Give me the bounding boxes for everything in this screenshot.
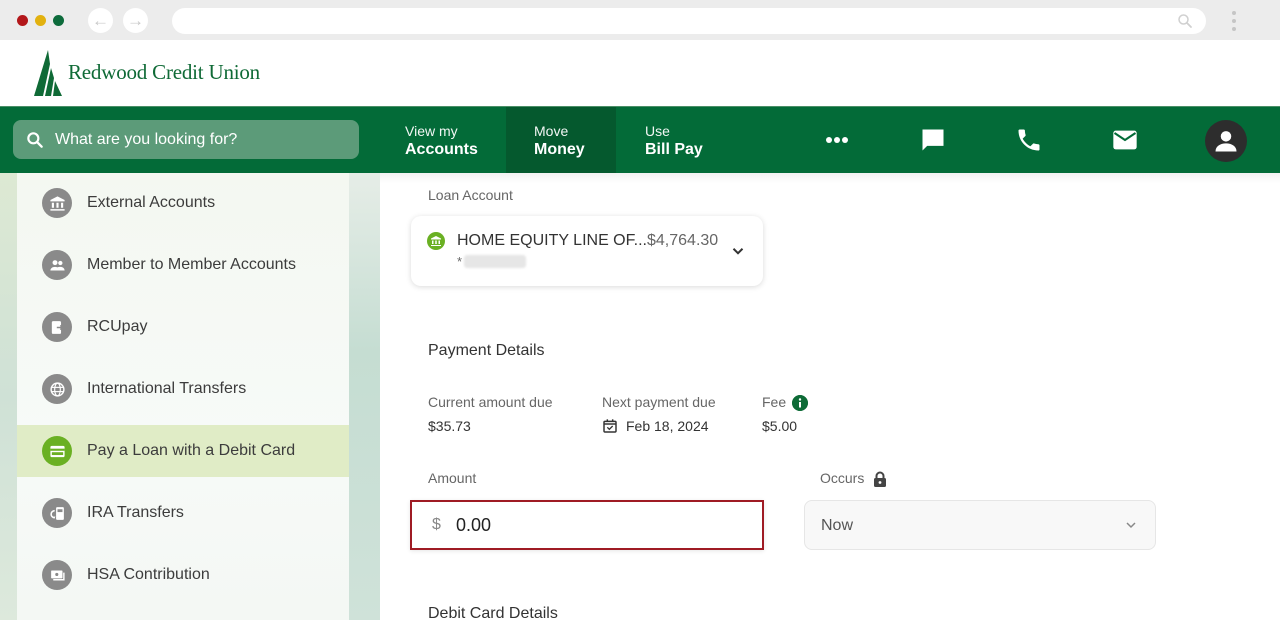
calendar-icon	[603, 419, 617, 433]
search-icon	[27, 131, 43, 148]
nav-big-label: Money	[534, 141, 585, 158]
header-shadow	[380, 173, 1280, 183]
sidebar: External Accounts Member to Member Accou…	[17, 173, 349, 620]
debit-card-details-title: Debit Card Details	[428, 605, 558, 622]
chevron-down-icon	[1126, 522, 1136, 529]
browser-forward-button[interactable]: →	[123, 8, 148, 33]
chevron-down-icon	[732, 248, 744, 255]
browser-menu-button[interactable]	[1226, 8, 1242, 34]
currency-symbol: $	[432, 516, 441, 533]
sidebar-item-label: RCUpay	[87, 318, 148, 335]
sidebar-item-member-to-member[interactable]: Member to Member Accounts	[17, 239, 349, 291]
current-amount-due-label: Current amount due	[428, 394, 553, 410]
bank-icon	[427, 232, 445, 250]
people-icon	[42, 250, 72, 280]
loan-balance: $4,764.30	[647, 232, 719, 249]
lock-icon	[874, 471, 886, 487]
credit-card-icon	[42, 436, 72, 466]
browser-back-button[interactable]: ←	[88, 8, 113, 33]
next-payment-due-label: Next payment due	[602, 394, 716, 410]
payment-details-title: Payment Details	[428, 342, 545, 359]
profile-icon	[1215, 131, 1237, 152]
occurs-label: Occurs	[820, 470, 865, 486]
more-icon	[826, 137, 848, 143]
loan-account-number: *	[457, 254, 527, 269]
amount-label: Amount	[428, 470, 477, 486]
browser-chrome: ← →	[0, 0, 1280, 40]
nav-small-label: Move	[534, 123, 569, 139]
loan-account-select[interactable]: HOME EQUITY LINE OF... $4,764.30 *	[411, 216, 763, 286]
amount-input[interactable]	[456, 512, 746, 538]
loan-name: HOME EQUITY LINE OF...	[457, 232, 647, 249]
sidebar-item-label: HSA Contribution	[87, 566, 210, 583]
arrow-right-icon: →	[127, 11, 144, 30]
logo-text: Redwood Credit Union	[68, 60, 260, 84]
chat-button[interactable]	[917, 124, 949, 156]
nav-small-label: View my	[405, 123, 458, 139]
window-close-button[interactable]	[17, 15, 28, 26]
sidebar-gutter	[349, 173, 380, 620]
mail-icon	[1113, 130, 1137, 150]
redacted-account-number	[464, 255, 527, 268]
account-mask-prefix: *	[457, 254, 463, 269]
current-amount-due-value: $35.73	[428, 418, 471, 434]
search-icon	[1178, 14, 1192, 28]
nav-view-accounts[interactable]: View my Accounts	[405, 107, 478, 173]
sidebar-item-rcupay[interactable]: RCUpay	[17, 301, 349, 353]
info-icon[interactable]	[792, 395, 808, 411]
chat-icon	[922, 129, 944, 151]
sidebar-item-hsa-contribution[interactable]: HSA Contribution	[17, 549, 349, 601]
sidebar-item-pay-loan-debit-card[interactable]: Pay a Loan with a Debit Card	[17, 425, 349, 477]
profile-button[interactable]	[1205, 120, 1247, 162]
sidebar-item-international-transfers[interactable]: International Transfers	[17, 363, 349, 415]
phone-icon	[1018, 129, 1040, 151]
address-bar[interactable]	[172, 8, 1206, 34]
window-maximize-button[interactable]	[53, 15, 64, 26]
nav-big-label: Bill Pay	[645, 141, 703, 158]
amount-field[interactable]: $	[410, 500, 764, 550]
sidebar-item-label: Pay a Loan with a Debit Card	[87, 442, 296, 459]
sidebar-item-label: External Accounts	[87, 194, 216, 211]
next-payment-due-value: Feb 18, 2024	[626, 418, 709, 434]
sidebar-item-label: IRA Transfers	[87, 504, 184, 521]
occurs-value: Now	[821, 517, 854, 534]
ira-transfer-icon	[42, 498, 72, 528]
loan-account-label: Loan Account	[428, 187, 513, 203]
site-search-input[interactable]: What are you looking for?	[13, 120, 359, 159]
window-minimize-button[interactable]	[35, 15, 46, 26]
search-placeholder: What are you looking for?	[55, 130, 238, 148]
nav-move-money[interactable]: Move Money	[506, 107, 616, 173]
nav-big-label: Accounts	[405, 141, 478, 158]
mail-button[interactable]	[1109, 124, 1141, 156]
fee-label: Fee	[762, 394, 787, 410]
main-navbar: What are you looking for? View my Accoun…	[0, 106, 1280, 173]
rcupay-icon	[42, 312, 72, 342]
fee-value: $5.00	[762, 418, 798, 434]
bank-icon	[42, 188, 72, 218]
phone-button[interactable]	[1013, 124, 1045, 156]
nav-small-label: Use	[645, 123, 670, 139]
arrow-left-icon: ←	[92, 11, 109, 30]
redwood-tree-icon	[34, 50, 62, 96]
cash-icon	[42, 560, 72, 590]
more-button[interactable]	[821, 124, 853, 156]
sidebar-item-label: Member to Member Accounts	[87, 256, 296, 273]
globe-icon	[42, 374, 72, 404]
logo[interactable]: Redwood Credit Union	[34, 50, 260, 96]
sidebar-item-ira-transfers[interactable]: IRA Transfers	[17, 487, 349, 539]
nav-bill-pay[interactable]: Use Bill Pay	[645, 107, 703, 173]
occurs-select[interactable]: Now	[804, 500, 1156, 550]
site-header: Redwood Credit Union	[0, 40, 1280, 106]
sidebar-item-label: International Transfers	[87, 380, 247, 397]
sidebar-item-external-accounts[interactable]: External Accounts	[17, 177, 349, 229]
